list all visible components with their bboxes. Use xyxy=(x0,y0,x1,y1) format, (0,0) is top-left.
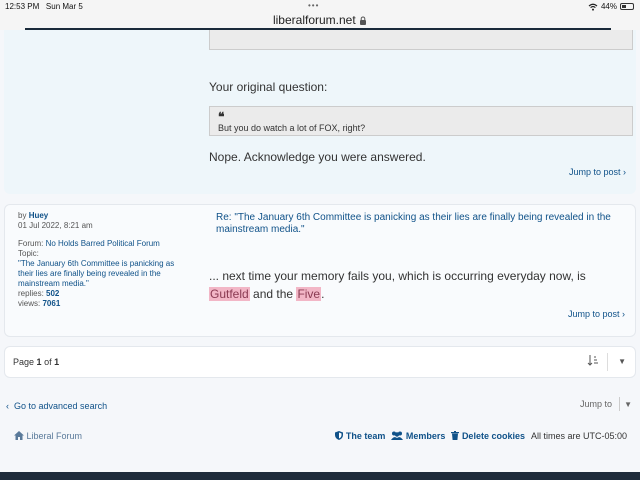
browser-status-bar: 12:53 PM Sun Mar 5 ••• liberalforum.net … xyxy=(0,0,640,30)
wifi-icon xyxy=(588,3,598,11)
search-result-post: by Huey 01 Jul 2022, 8:21 am Forum: No H… xyxy=(4,204,636,337)
post-reply-text: Nope. Acknowledge you were answered. xyxy=(209,150,426,164)
status-right: 44% xyxy=(588,2,634,11)
lock-icon xyxy=(360,16,367,26)
post-body: ... next time your memory fails you, whi… xyxy=(209,269,586,301)
original-question-label: Your original question: xyxy=(209,80,328,94)
views-count: 7061 xyxy=(42,299,61,308)
pagination-bar: Page 1 of 1 ▼ xyxy=(4,346,636,378)
members-link[interactable]: Members xyxy=(391,431,445,441)
jump-to-post-link[interactable]: Jump to post › xyxy=(568,309,625,319)
footer-links: The team Members Delete cookies All time… xyxy=(335,431,627,441)
battery-percent: 44% xyxy=(600,2,617,11)
views-label: views: xyxy=(18,299,41,308)
forum-label: Forum: xyxy=(18,239,44,248)
tab-dots[interactable]: ••• xyxy=(308,1,319,10)
topic-link[interactable]: "The January 6th Committee is panicking … xyxy=(18,259,188,289)
replies-count: 502 xyxy=(46,289,60,298)
replies-label: replies: xyxy=(18,289,44,298)
quote-text: But you do watch a lot of FOX, right? xyxy=(218,123,366,133)
bottom-bar xyxy=(0,472,640,480)
status-time-date: 12:53 PM Sun Mar 5 xyxy=(5,2,83,11)
battery-icon xyxy=(620,3,634,10)
forum-link[interactable]: No Holds Barred Political Forum xyxy=(46,239,160,248)
quote-icon: ❝ xyxy=(218,110,225,124)
post-profile: by Huey 01 Jul 2022, 8:21 am Forum: No H… xyxy=(18,211,188,309)
users-icon xyxy=(391,431,404,440)
by-label: by xyxy=(18,211,27,220)
shield-icon xyxy=(335,431,344,440)
search-highlight: Gutfeld xyxy=(209,287,250,301)
previous-quote-box xyxy=(209,30,633,50)
dropdown-caret-icon[interactable]: ▼ xyxy=(624,400,632,409)
quote-block: ❝ But you do watch a lot of FOX, right? xyxy=(209,106,633,136)
divider xyxy=(607,353,608,371)
chevron-right-icon: › xyxy=(623,167,626,177)
jump-to-button[interactable]: Jump to xyxy=(580,399,612,409)
timezone-text: All times are UTC-05:00 xyxy=(530,431,627,441)
chevron-left-icon: ‹ xyxy=(6,401,9,411)
advanced-search-link[interactable]: ‹ Go to advanced search xyxy=(6,401,107,411)
jump-to-post-link[interactable]: Jump to post › xyxy=(569,167,626,177)
home-icon xyxy=(14,431,24,440)
post-title-link[interactable]: Re: "The January 6th Committee is panick… xyxy=(216,212,626,236)
footer-home-link[interactable]: Liberal Forum xyxy=(14,431,82,441)
team-link[interactable]: The team xyxy=(335,431,385,441)
address-bar[interactable]: liberalforum.net xyxy=(0,13,640,27)
delete-cookies-link[interactable]: Delete cookies xyxy=(451,431,525,441)
url-text: liberalforum.net xyxy=(272,13,356,27)
author-link[interactable]: Huey xyxy=(29,211,49,220)
search-highlight: Five xyxy=(296,287,322,301)
chevron-right-icon: › xyxy=(622,309,625,319)
sort-icon[interactable] xyxy=(587,355,599,369)
page-indicator: Page 1 of 1 xyxy=(13,357,60,367)
post-date: 01 Jul 2022, 8:21 am xyxy=(18,221,93,230)
post-continued: Your original question: ❝ But you do wat… xyxy=(4,30,636,194)
divider xyxy=(619,397,620,411)
dropdown-caret-icon[interactable]: ▼ xyxy=(618,357,626,366)
topic-label: Topic: xyxy=(18,249,39,258)
trash-icon xyxy=(451,431,460,440)
